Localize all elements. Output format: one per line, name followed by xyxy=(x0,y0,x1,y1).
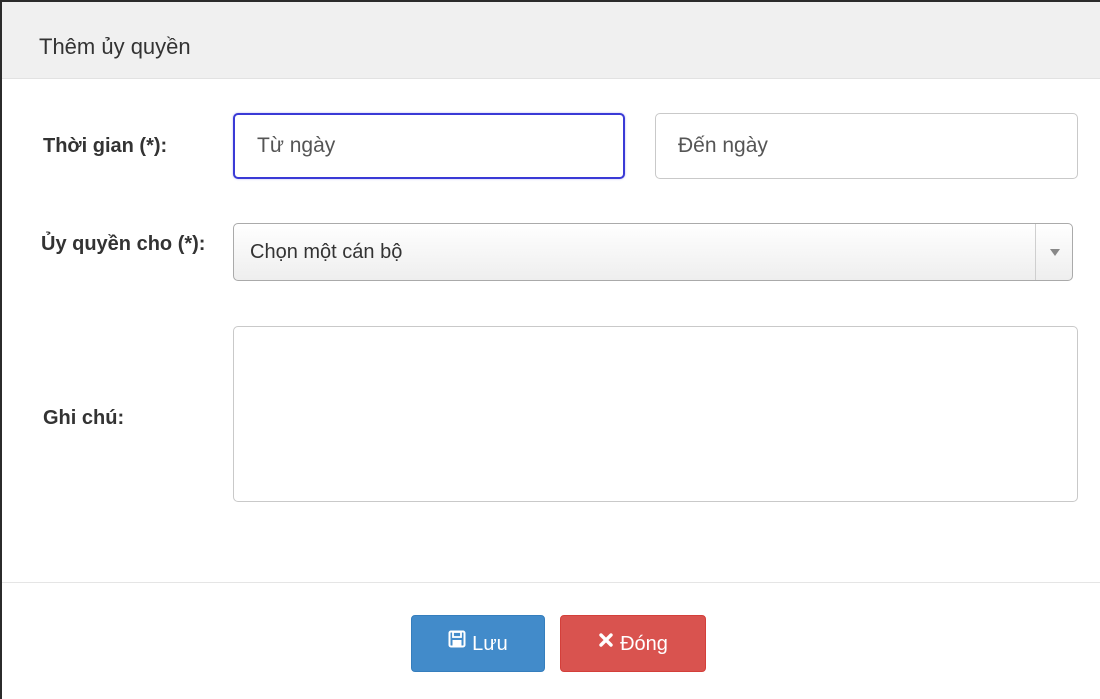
chevron-down-icon xyxy=(1050,249,1060,256)
note-label: Ghi chú: xyxy=(43,407,125,429)
floppy-disk-icon xyxy=(448,614,466,671)
select-arrow-button[interactable] xyxy=(1035,224,1072,280)
delegate-select[interactable]: Chọn một cán bộ xyxy=(233,223,1073,281)
close-button[interactable]: Đóng xyxy=(560,615,706,672)
delegate-label: Ủy quyền cho (*): xyxy=(41,233,206,255)
delegate-select-value: Chọn một cán bộ xyxy=(250,241,403,263)
save-button-label: Lưu xyxy=(472,633,508,656)
add-delegation-modal: Thêm ủy quyền Thời gian (*): Ủy quyền ch… xyxy=(0,0,1100,699)
time-label: Thời gian (*): xyxy=(43,135,168,157)
x-mark-icon xyxy=(598,614,614,671)
to-date-input[interactable] xyxy=(655,113,1078,179)
close-button-label: Đóng xyxy=(620,633,668,656)
note-textarea[interactable] xyxy=(233,326,1078,502)
from-date-input[interactable] xyxy=(233,113,625,179)
modal-header: Thêm ủy quyền xyxy=(2,2,1100,79)
save-button[interactable]: Lưu xyxy=(411,615,545,672)
modal-title: Thêm ủy quyền xyxy=(39,34,191,59)
footer-divider xyxy=(2,582,1100,583)
